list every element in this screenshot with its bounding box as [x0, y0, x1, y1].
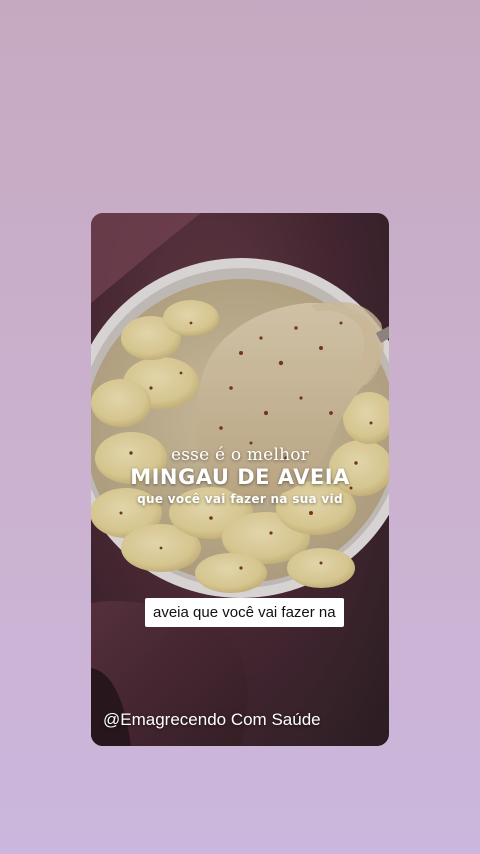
caption-subtitle: aveia que você vai fazer na — [145, 598, 344, 627]
post-headline: MINGAU DE AVEIA — [130, 465, 350, 489]
story-post-card[interactable]: esse é o melhor MINGAU DE AVEIA que você… — [91, 213, 389, 746]
post-text-line-3: que você vai fazer na sua vid — [137, 492, 343, 506]
account-username[interactable]: @Emagrecendo Com Saúde — [103, 710, 321, 730]
post-text-line-1: esse é o melhor — [170, 445, 309, 465]
